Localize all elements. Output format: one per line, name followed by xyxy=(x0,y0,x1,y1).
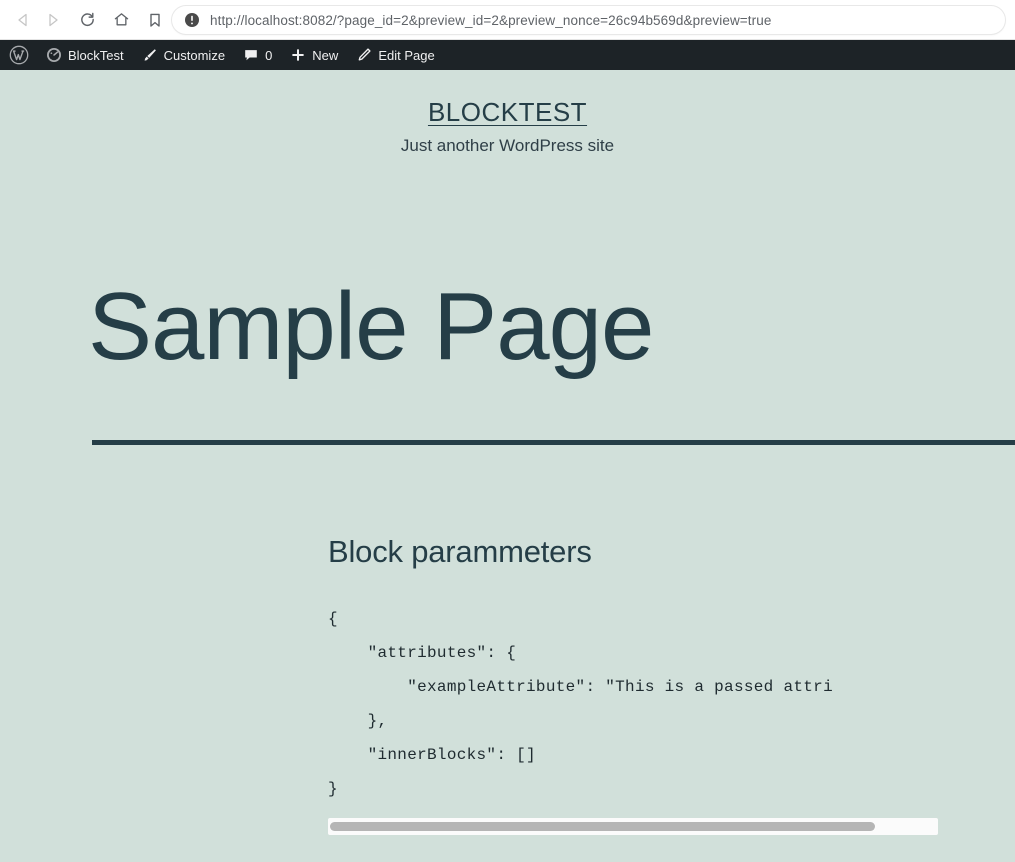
home-icon xyxy=(114,13,128,26)
block-parameters-heading: Block parammeters xyxy=(328,534,592,569)
site-tagline: Just another WordPress site xyxy=(400,136,615,155)
adminbar-item-wordpress-logo[interactable] xyxy=(0,40,37,70)
site-header: BLOCKTEST Just another WordPress site xyxy=(0,70,1015,156)
address-bar[interactable]: http://localhost:8082/?page_id=2&preview… xyxy=(172,6,1005,34)
adminbar-item-comments[interactable]: 0 xyxy=(234,40,281,70)
site-title-link[interactable]: BLOCKTEST xyxy=(428,97,587,128)
title-separator xyxy=(92,440,1015,445)
dashboard-speedometer-icon xyxy=(46,47,62,63)
reload-button[interactable] xyxy=(72,5,102,35)
info-circle-icon[interactable] xyxy=(184,12,200,28)
back-button[interactable] xyxy=(8,5,38,35)
scrollbar-thumb[interactable] xyxy=(330,822,876,831)
adminbar-item-site-name[interactable]: BlockTest xyxy=(37,40,133,70)
code-text: { "attributes": { "exampleAttribute": "T… xyxy=(328,610,833,798)
forward-arrow-icon xyxy=(49,13,58,26)
bookmark-icon xyxy=(150,13,160,27)
page-title: Sample Page xyxy=(88,273,654,380)
adminbar-site-name-label: BlockTest xyxy=(68,47,124,63)
reload-icon xyxy=(80,12,94,27)
wordpress-logo-icon xyxy=(9,45,29,65)
adminbar-new-label: New xyxy=(312,47,339,63)
page-content: Block parammeters { "attributes": { "exa… xyxy=(328,534,1015,835)
bookmark-button[interactable] xyxy=(140,5,170,35)
pencil-icon xyxy=(356,47,372,63)
code-horizontal-scrollbar[interactable] xyxy=(328,818,938,835)
wordpress-admin-bar: BlockTest Customize 0 New Edit Page xyxy=(0,40,1015,70)
url-text: http://localhost:8082/?page_id=2&preview… xyxy=(210,12,772,28)
adminbar-item-customize[interactable]: Customize xyxy=(133,40,234,70)
adminbar-item-new[interactable]: New xyxy=(281,40,347,70)
forward-button[interactable] xyxy=(38,5,68,35)
adminbar-edit-page-label: Edit Page xyxy=(378,47,435,63)
home-button[interactable] xyxy=(106,5,136,35)
paintbrush-icon xyxy=(142,47,158,63)
adminbar-comment-count: 0 xyxy=(265,47,273,63)
adminbar-customize-label: Customize xyxy=(163,47,226,63)
comment-bubble-icon xyxy=(243,47,259,63)
browser-toolbar: http://localhost:8082/?page_id=2&preview… xyxy=(0,0,1015,40)
back-arrow-icon xyxy=(18,13,27,26)
block-parameters-code-block: { "attributes": { "exampleAttribute": "T… xyxy=(328,602,938,806)
adminbar-item-edit-page[interactable]: Edit Page xyxy=(347,40,443,70)
plus-icon xyxy=(290,47,306,63)
